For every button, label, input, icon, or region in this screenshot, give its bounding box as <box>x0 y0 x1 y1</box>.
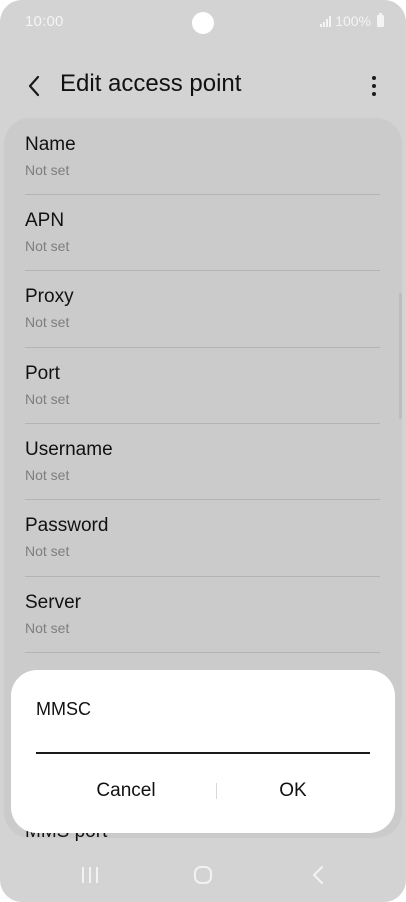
battery-percent: 100% <box>335 13 371 29</box>
setting-label: Server <box>25 592 81 613</box>
setting-value: Not set <box>25 314 70 330</box>
signal-strength-icon <box>320 15 332 27</box>
home-button[interactable] <box>179 848 227 902</box>
dialog-title: MMSC <box>36 699 91 719</box>
more-options-button[interactable] <box>362 70 386 102</box>
screen: 10:00 100% Edit access point Name Not se… <box>0 0 406 902</box>
list-item-password[interactable]: Password Not set <box>25 499 380 575</box>
app-bar: Edit access point <box>0 58 406 112</box>
setting-label: Port <box>25 363 60 384</box>
list-item-apn[interactable]: APN Not set <box>25 194 380 270</box>
setting-value: Not set <box>25 391 70 407</box>
page-title: Edit access point <box>60 70 242 97</box>
recents-button[interactable] <box>66 848 114 902</box>
home-icon <box>194 866 212 884</box>
mmsc-input[interactable] <box>36 718 370 754</box>
cancel-button[interactable]: Cancel <box>36 770 216 812</box>
recents-icon <box>82 867 98 883</box>
status-bar: 10:00 100% <box>0 0 406 44</box>
setting-value: Not set <box>25 162 70 178</box>
more-vertical-icon <box>372 76 376 80</box>
status-indicators: 100% <box>320 13 384 29</box>
back-button[interactable] <box>18 70 50 102</box>
list-item-server[interactable]: Server Not set <box>25 576 380 652</box>
list-item-port[interactable]: Port Not set <box>25 347 380 423</box>
chevron-left-icon <box>28 75 40 97</box>
divider <box>25 652 380 653</box>
list-item-proxy[interactable]: Proxy Not set <box>25 270 380 346</box>
setting-label: Username <box>25 439 113 460</box>
setting-label: Name <box>25 134 76 155</box>
setting-value: Not set <box>25 467 70 483</box>
setting-label: APN <box>25 210 65 231</box>
back-arrow-icon <box>313 866 323 884</box>
nav-back-button[interactable] <box>294 848 342 902</box>
ok-button[interactable]: OK <box>207 770 379 812</box>
setting-value: Not set <box>25 620 70 636</box>
status-time: 10:00 <box>25 13 64 30</box>
setting-label: Proxy <box>25 286 74 307</box>
battery-icon <box>377 13 384 27</box>
list-item-name[interactable]: Name Not set <box>25 118 380 194</box>
mmsc-dialog: MMSC Cancel OK <box>11 670 395 833</box>
navigation-bar <box>0 848 406 902</box>
setting-value: Not set <box>25 543 70 559</box>
setting-value: Not set <box>25 238 70 254</box>
front-camera-cutout <box>192 12 214 34</box>
list-item-username[interactable]: Username Not set <box>25 423 380 499</box>
setting-label: Password <box>25 515 109 536</box>
scrollbar[interactable] <box>399 293 402 419</box>
